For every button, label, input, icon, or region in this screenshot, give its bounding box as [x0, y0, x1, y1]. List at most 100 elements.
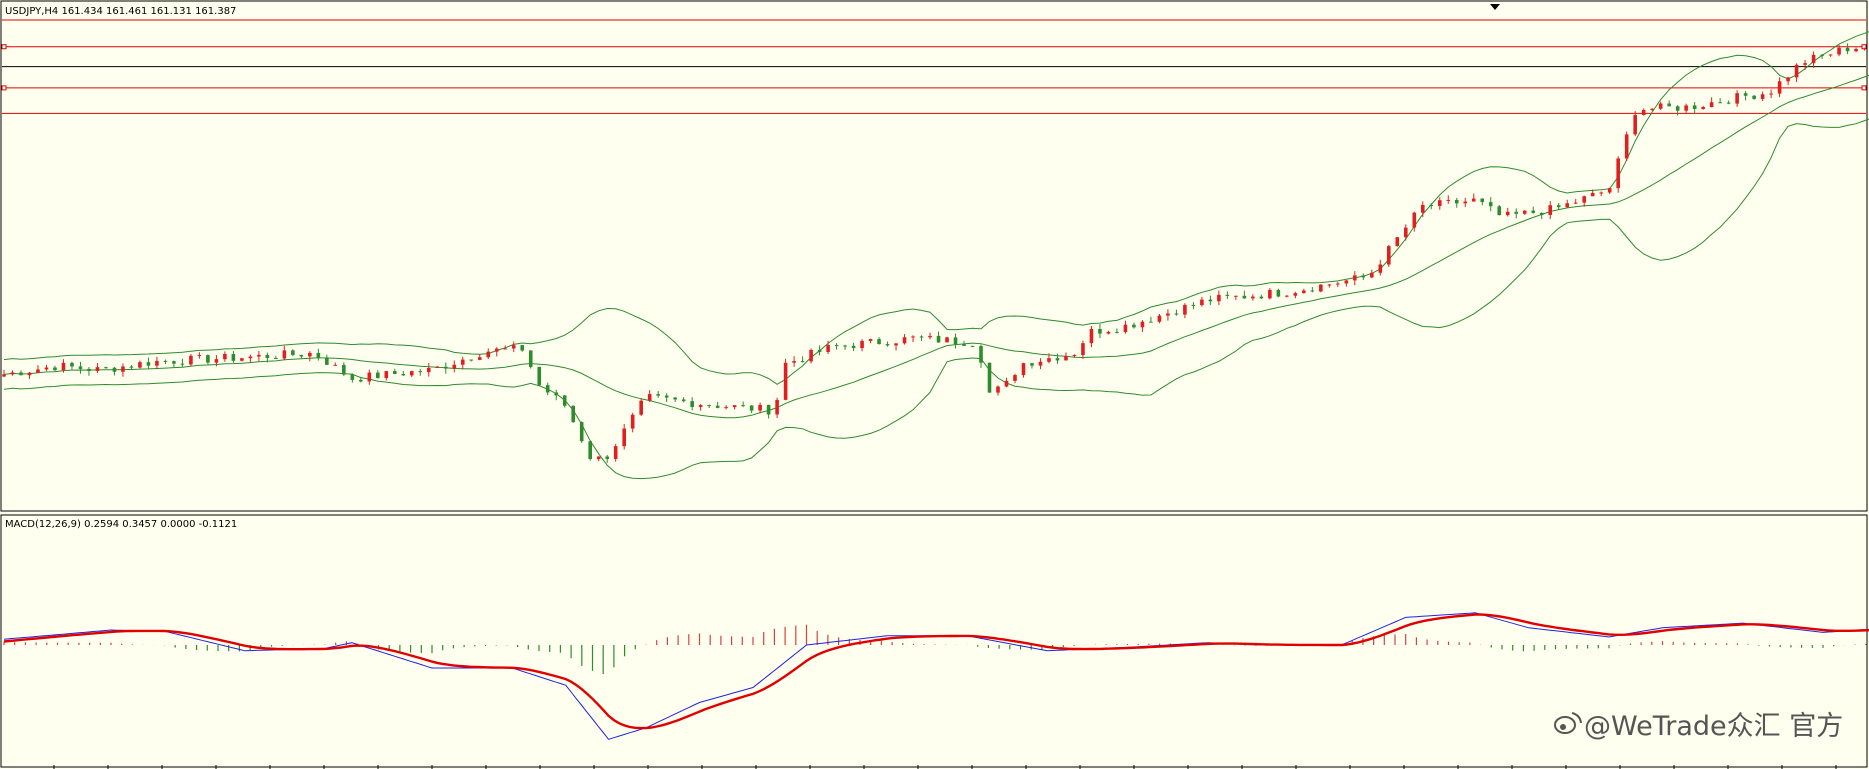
- candle-body: [1497, 206, 1502, 216]
- candle-body: [223, 354, 227, 360]
- candle-body: [1225, 294, 1230, 296]
- candle-body: [27, 372, 32, 376]
- candle-body: [1701, 107, 1705, 109]
- candle-body: [630, 414, 635, 429]
- candle-body: [469, 359, 474, 361]
- candle-body: [1200, 299, 1204, 306]
- candle-body: [1752, 95, 1756, 99]
- candle-body: [894, 343, 898, 346]
- candle-body: [350, 374, 355, 380]
- candle-body: [1471, 198, 1476, 202]
- candle-body: [749, 405, 754, 411]
- candle-body: [647, 394, 652, 401]
- candle-body: [1370, 272, 1374, 278]
- candle-body: [979, 346, 983, 363]
- candle-body: [588, 441, 593, 460]
- candle-body: [1480, 198, 1485, 203]
- candle-body: [1633, 115, 1637, 135]
- candle-body: [240, 358, 244, 361]
- candle-body: [1786, 77, 1790, 82]
- candle-body: [681, 399, 686, 402]
- candle-body: [1837, 47, 1841, 55]
- candle-body: [673, 397, 677, 400]
- candle-body: [1234, 295, 1238, 297]
- candle-body: [1820, 54, 1824, 56]
- candle-body: [1760, 94, 1765, 99]
- candle-body: [605, 456, 609, 459]
- level-handle-right: [1861, 44, 1867, 50]
- candle-body: [1276, 289, 1281, 297]
- candle-body: [1021, 363, 1026, 376]
- candle-body: [1081, 343, 1085, 356]
- candle-body: [333, 364, 338, 366]
- candle-body: [639, 400, 643, 415]
- candle-body: [443, 366, 448, 369]
- candle-body: [1726, 102, 1731, 104]
- candle-body: [945, 337, 949, 343]
- candle-body: [61, 362, 66, 371]
- candle-body: [1828, 54, 1833, 56]
- candle-body: [520, 345, 525, 351]
- candle-body: [928, 335, 932, 338]
- candle-body: [1183, 304, 1187, 315]
- candle-body: [1429, 204, 1434, 206]
- candle-body: [1735, 93, 1739, 104]
- candle-body: [1522, 210, 1527, 214]
- candle-body: [1862, 48, 1867, 50]
- candle-body: [1098, 328, 1102, 334]
- candle-body: [1556, 205, 1561, 208]
- candle-body: [741, 405, 745, 407]
- candle-body: [1251, 296, 1255, 299]
- candle-body: [1565, 203, 1570, 208]
- candle-body: [95, 367, 100, 371]
- candle-body: [197, 355, 202, 357]
- candle-body: [1488, 202, 1493, 207]
- candle-body: [953, 337, 958, 345]
- candle-body: [690, 401, 694, 407]
- candle-body: [1268, 289, 1272, 299]
- level-handle-left: [1, 85, 7, 91]
- candle-body: [970, 345, 975, 347]
- candle-body: [656, 394, 660, 396]
- candle-body: [44, 367, 49, 370]
- macd-info-label: MACD(12,26,9) 0.2594 0.3457 0.0000 -0.11…: [5, 519, 237, 530]
- candle-body: [409, 371, 414, 376]
- candle-body: [1387, 246, 1391, 265]
- candle-body: [826, 345, 830, 352]
- candle-body: [104, 367, 108, 369]
- candle-body: [1854, 49, 1858, 52]
- candle-body: [452, 364, 457, 369]
- candle-body: [911, 336, 915, 338]
- candle-body: [435, 366, 440, 368]
- candle-body: [274, 358, 278, 360]
- candle-body: [138, 362, 142, 368]
- candle-body: [299, 354, 304, 357]
- candle-body: [613, 446, 618, 459]
- candle-body: [401, 374, 406, 376]
- candle-body: [537, 366, 542, 386]
- symbol-info-label: USDJPY,H4 161.434 161.461 161.131 161.38…: [5, 6, 236, 17]
- candle-body: [1047, 358, 1051, 362]
- candle-body: [1140, 321, 1145, 328]
- candle-body: [146, 362, 151, 366]
- candle-body: [732, 405, 737, 408]
- candle-body: [426, 367, 431, 373]
- candle-body: [1650, 108, 1654, 111]
- watermark: @WeTrade众汇 官方: [1554, 711, 1843, 742]
- candle-body: [460, 359, 465, 365]
- candle-body: [902, 337, 907, 344]
- candle-body: [1692, 105, 1697, 109]
- candle-body: [1845, 47, 1850, 52]
- candle-body: [1539, 212, 1544, 215]
- candle-body: [996, 386, 1000, 393]
- candle-body: [1378, 264, 1383, 273]
- candle-body: [1811, 54, 1816, 64]
- candle-body: [758, 404, 762, 411]
- candle-body: [1166, 313, 1170, 316]
- candle-body: [809, 349, 813, 362]
- candle-body: [1242, 295, 1247, 299]
- candle-body: [860, 340, 864, 349]
- candle-body: [316, 352, 321, 358]
- candle-body: [206, 355, 210, 363]
- candle-body: [1505, 211, 1510, 216]
